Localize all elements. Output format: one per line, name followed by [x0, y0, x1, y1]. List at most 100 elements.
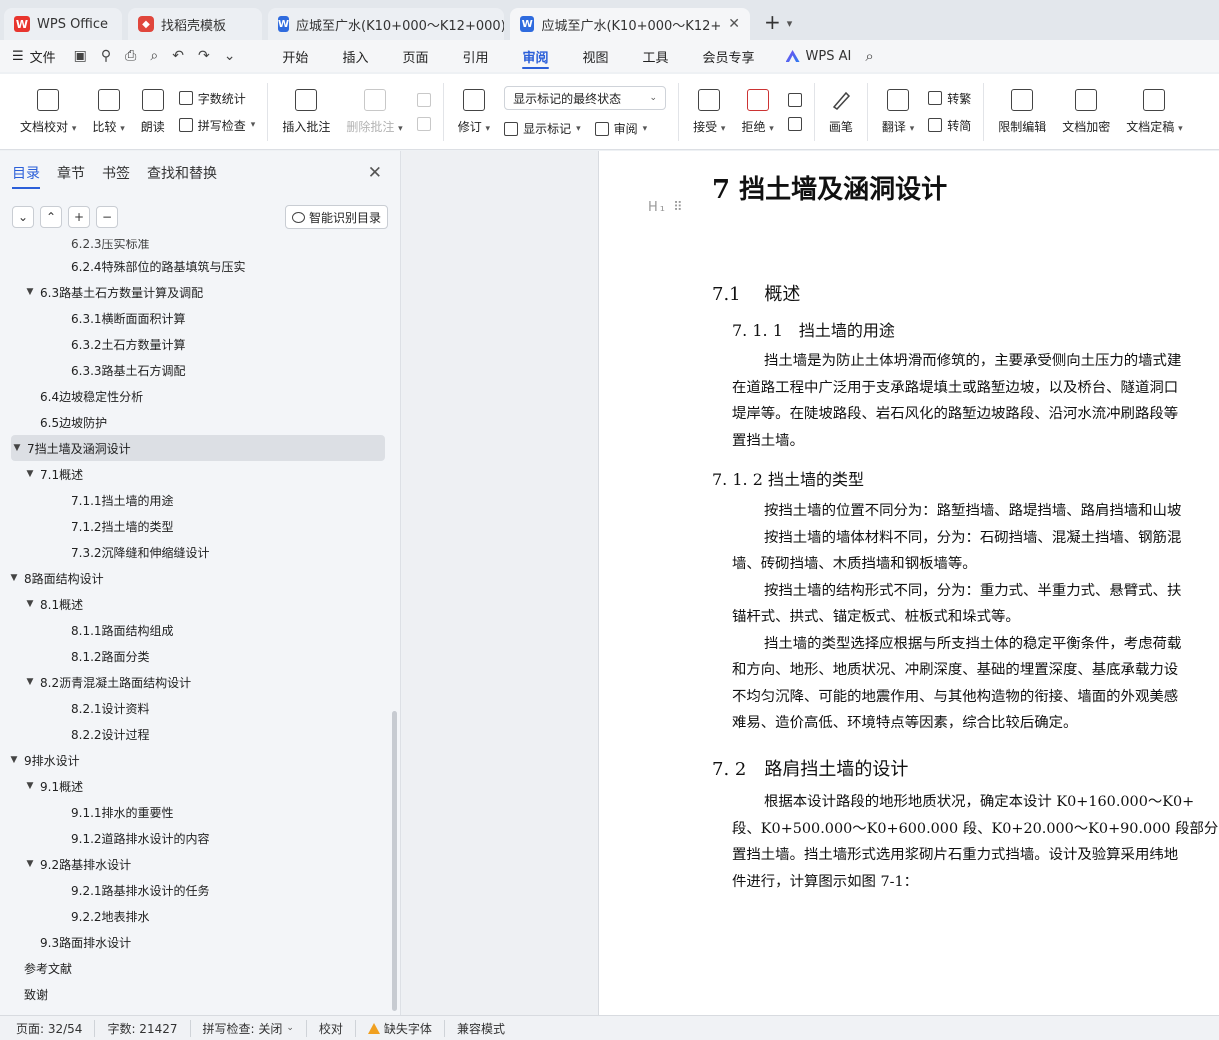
tab-member[interactable]: 会员专享 — [686, 40, 772, 72]
finalize-button[interactable]: 文档定稿 ▾ — [1118, 80, 1190, 144]
tab-references[interactable]: 引用 — [445, 40, 505, 72]
collapse-up-icon[interactable]: ⌃ — [40, 206, 62, 228]
tab-sections[interactable]: 章节 — [57, 163, 85, 183]
previous-comment-button[interactable] — [416, 92, 431, 107]
add-heading-icon[interactable]: + — [68, 206, 90, 228]
show-markup-button[interactable]: 显示标记 ▾ — [504, 120, 581, 137]
caret-down-icon[interactable]: ▼ — [11, 443, 23, 453]
toc-item[interactable]: 7.1.1挡土墙的用途 — [0, 487, 396, 513]
caret-down-icon[interactable]: ▼ — [24, 469, 36, 479]
toc-item[interactable]: ▼ 7.1概述 — [0, 461, 396, 487]
heading-drag-handle-icon[interactable]: H₁ ⠿ — [648, 200, 685, 215]
smart-toc-button[interactable]: 智能识别目录 — [284, 205, 388, 229]
remove-heading-icon[interactable]: − — [96, 206, 118, 228]
tab-view[interactable]: 视图 — [566, 40, 626, 72]
compare-button[interactable]: 比较 ▾ — [84, 80, 132, 144]
delete-comment-button[interactable]: 删除批注 ▾ — [338, 80, 410, 144]
review-pane-button[interactable]: 审阅 ▾ — [594, 120, 647, 137]
toc-item[interactable]: 9.1.2道路排水设计的内容 — [0, 825, 396, 851]
print-icon[interactable]: ⎙ — [125, 48, 136, 64]
tab-find-replace[interactable]: 查找和替换 — [147, 163, 217, 183]
reject-button[interactable]: 拒绝 ▾ — [733, 80, 781, 144]
proof-status[interactable]: 校对 — [319, 1019, 356, 1037]
restrict-edit-button[interactable]: 限制编辑 — [990, 80, 1054, 144]
toc-item[interactable]: 8.1.2路面分类 — [0, 643, 396, 669]
accept-button[interactable]: 接受 ▾ — [685, 80, 733, 144]
missing-font-status[interactable]: 缺失字体 — [367, 1019, 445, 1037]
redo-icon[interactable]: ↷ — [198, 48, 210, 64]
tab-insert[interactable]: 插入 — [325, 40, 385, 72]
toc-item[interactable]: 7.1.2挡土墙的类型 — [0, 513, 396, 539]
tab-review[interactable]: 审阅 — [505, 40, 565, 72]
undo-icon[interactable]: ↶ — [172, 48, 184, 64]
encrypt-button[interactable]: 文档加密 — [1054, 80, 1118, 144]
toc-item[interactable]: 6.4边坡稳定性分析 — [0, 383, 396, 409]
toc-item[interactable]: ▼ 8.1概述 — [0, 591, 396, 617]
toc-item[interactable]: 6.5边坡防护 — [0, 409, 396, 435]
expand-down-icon[interactable]: ⌄ — [12, 206, 34, 228]
tab-document-1[interactable]: W 应城至广水(K10+000～K12+000)段 — [268, 8, 504, 40]
tab-tools[interactable]: 工具 — [626, 40, 686, 72]
read-aloud-button[interactable]: 朗读 — [133, 80, 173, 144]
caret-down-icon[interactable]: ▼ — [24, 859, 36, 869]
toc-item[interactable]: 9.1.1排水的重要性 — [0, 799, 396, 825]
toc-item[interactable]: ▼ 9.1概述 — [0, 773, 396, 799]
toc-item[interactable]: 参考文献 — [0, 955, 396, 981]
word-count-indicator[interactable]: 字数: 21427 — [107, 1019, 191, 1037]
tab-document-2-active[interactable]: W 应城至广水(K10+000～K12+ ✕ — [510, 8, 750, 40]
spell-check-status[interactable]: 拼写检查: 关闭 ⌄ — [203, 1019, 307, 1037]
toc-item[interactable]: 8.2.1设计资料 — [0, 695, 396, 721]
toc-scrollbar[interactable] — [392, 711, 397, 1011]
close-icon[interactable]: ✕ — [368, 163, 382, 183]
previous-change-button[interactable] — [787, 92, 802, 107]
translate-button[interactable]: 翻译 ▾ — [874, 80, 922, 144]
toc-item[interactable]: 8.2.2设计过程 — [0, 721, 396, 747]
toc-item[interactable]: 6.3.1横断面面积计算 — [0, 305, 396, 331]
caret-down-icon[interactable]: ▼ — [24, 781, 36, 791]
caret-down-icon[interactable]: ▼ — [8, 755, 20, 765]
toc-item[interactable]: ▼ 6.3路基土石方数量计算及调配 — [0, 279, 396, 305]
toc-item[interactable]: 6.3.2土石方数量计算 — [0, 331, 396, 357]
document-content[interactable]: 7 挡土墙及涵洞设计 7.1 概述 7. 1. 1 挡土墙的用途 挡土墙是为防止… — [712, 151, 1219, 1015]
search-icon[interactable]: ⌕ — [865, 47, 873, 65]
toc-item[interactable]: 9.2.2地表排水 — [0, 903, 396, 929]
next-change-button[interactable] — [787, 116, 802, 131]
toc-item[interactable]: ▼ 7挡土墙及涵洞设计 — [11, 435, 385, 461]
caret-down-icon[interactable]: ▼ — [24, 599, 36, 609]
toc-item[interactable]: 6.3.3路基土石方调配 — [0, 357, 396, 383]
share-icon[interactable]: ⚲ — [101, 48, 111, 64]
tab-start[interactable]: 开始 — [265, 40, 325, 72]
spell-check-button[interactable]: 拼写检查 ▾ — [178, 117, 255, 134]
close-icon[interactable]: ✕ — [728, 16, 740, 32]
tab-wps-office[interactable]: W WPS Office — [4, 8, 122, 40]
toc-item[interactable]: 7.3.2沉降缝和伸缩缝设计 — [0, 539, 396, 565]
caret-down-icon[interactable]: ▼ — [24, 677, 36, 687]
toc-item[interactable]: ▼ 9.2路基排水设计 — [0, 851, 396, 877]
toc-item[interactable]: 6.2.4特殊部位的路基填筑与压实 — [0, 253, 396, 279]
page-indicator[interactable]: 页面: 32/54 — [16, 1019, 96, 1037]
chevron-down-icon[interactable]: ▾ — [787, 17, 793, 30]
next-comment-button[interactable] — [416, 116, 431, 131]
chevron-down-icon[interactable]: ⌄ — [224, 48, 236, 64]
toc-item[interactable]: ▼ 8路面结构设计 — [0, 565, 396, 591]
doc-proof-button[interactable]: 文档校对 ▾ — [12, 80, 84, 144]
tab-page[interactable]: 页面 — [385, 40, 445, 72]
toc-item[interactable]: ▼ 9排水设计 — [0, 747, 396, 773]
track-changes-button[interactable]: 修订 ▾ — [450, 80, 498, 144]
to-simplified-button[interactable]: 转简 — [928, 117, 971, 134]
save-icon[interactable]: ▣ — [74, 48, 87, 64]
caret-down-icon[interactable]: ▼ — [24, 287, 36, 297]
wps-ai-button[interactable]: WPS AI — [785, 49, 851, 64]
tab-bookmarks[interactable]: 书签 — [102, 163, 130, 183]
toc-item[interactable]: 6.2.3压实标准 — [0, 239, 396, 253]
display-mode-select[interactable]: 显示标记的最终状态 ⌄ — [504, 86, 667, 110]
new-tab-icon[interactable]: + — [764, 10, 781, 34]
caret-down-icon[interactable]: ▼ — [8, 573, 20, 583]
insert-comment-button[interactable]: 插入批注 — [274, 80, 338, 144]
word-count-button[interactable]: 字数统计 — [178, 90, 256, 107]
tab-docer-templates[interactable]: ◆ 找稻壳模板 — [128, 8, 262, 40]
tab-toc[interactable]: 目录 — [12, 163, 40, 189]
toc-item[interactable]: 9.3路面排水设计 — [0, 929, 396, 955]
toc-item[interactable]: 致谢 — [0, 981, 396, 1007]
print-preview-icon[interactable]: ⌕ — [150, 48, 158, 64]
